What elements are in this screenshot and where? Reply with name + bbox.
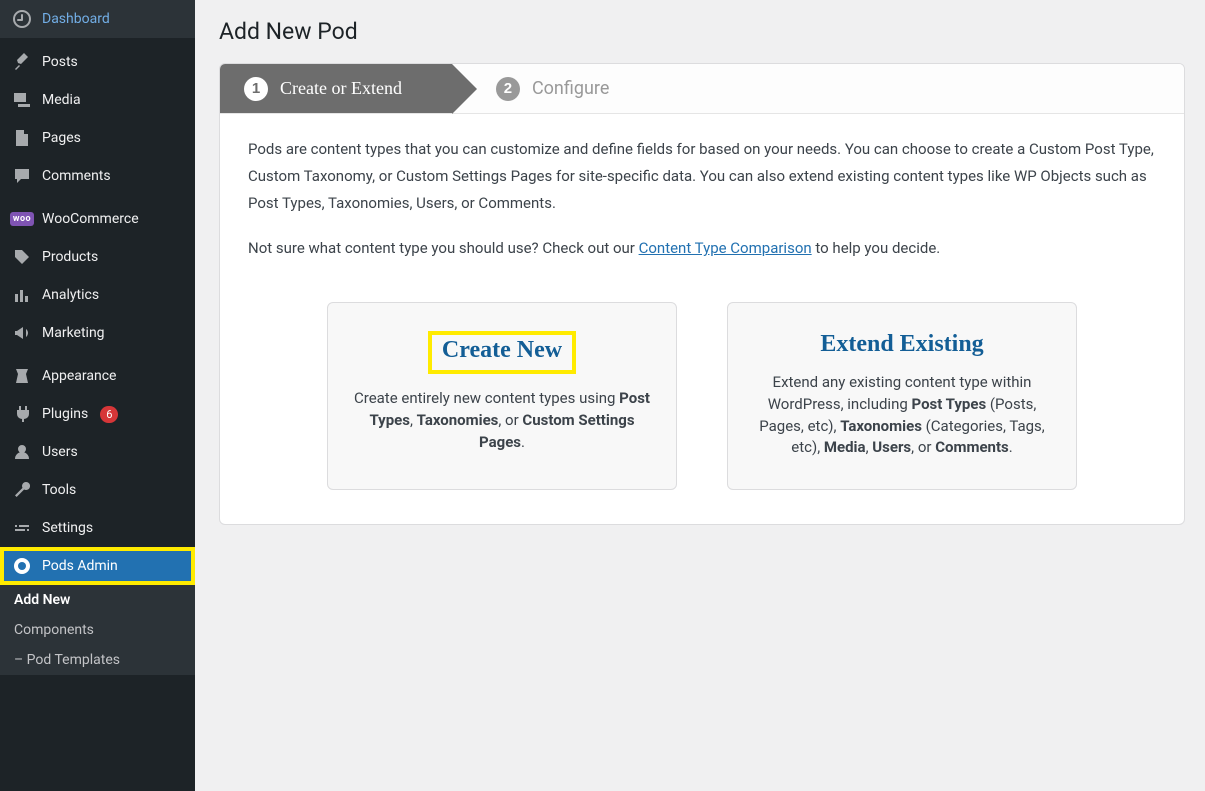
sidebar-label: Analytics	[42, 287, 99, 303]
sidebar-item-settings[interactable]: Settings	[0, 509, 195, 547]
users-icon	[12, 442, 32, 462]
sidebar-label: Posts	[42, 54, 78, 70]
step-number-1: 1	[244, 77, 268, 101]
dashboard-icon	[12, 9, 32, 29]
wizard-step-1[interactable]: 1 Create or Extend	[220, 64, 452, 113]
sidebar-label: Users	[42, 444, 78, 460]
media-icon	[12, 90, 32, 110]
sidebar-item-dashboard[interactable]: Dashboard	[0, 0, 195, 38]
plugins-update-count: 6	[100, 406, 118, 423]
main-content: Add New Pod 1 Create or Extend 2 Configu…	[195, 0, 1205, 791]
submenu-pod-templates[interactable]: – Pod Templates	[0, 645, 195, 675]
sidebar-item-products[interactable]: Products	[0, 238, 195, 276]
products-icon	[12, 247, 32, 267]
sidebar-item-tools[interactable]: Tools	[0, 471, 195, 509]
choice-title: Extend Existing	[820, 331, 983, 358]
admin-sidebar: Dashboard Posts Media Pages Comments woo…	[0, 0, 195, 791]
sidebar-item-appearance[interactable]: Appearance	[0, 357, 195, 395]
plugin-icon	[12, 404, 32, 424]
submenu-add-new[interactable]: Add New	[0, 585, 195, 615]
choice-title: Create New	[428, 331, 576, 374]
content-type-comparison-link[interactable]: Content Type Comparison	[639, 239, 812, 257]
woocommerce-icon: woo	[12, 209, 32, 229]
sidebar-label: Media	[42, 92, 81, 108]
step-label: Create or Extend	[280, 78, 402, 99]
sidebar-item-posts[interactable]: Posts	[0, 43, 195, 81]
sidebar-label: Comments	[42, 168, 111, 184]
analytics-icon	[12, 285, 32, 305]
sidebar-item-woocommerce[interactable]: woo WooCommerce	[0, 200, 195, 238]
sidebar-label: WooCommerce	[42, 211, 139, 227]
pods-admin-submenu: Add New Components – Pod Templates	[0, 585, 195, 675]
wrench-icon	[12, 480, 32, 500]
sidebar-item-pods-admin[interactable]: Pods Admin	[0, 547, 195, 585]
wizard-choices: Create New Create entirely new content t…	[220, 302, 1184, 524]
step-label: Configure	[532, 78, 609, 99]
sidebar-label: Dashboard	[42, 11, 110, 27]
step-number-2: 2	[496, 77, 520, 101]
sidebar-item-pages[interactable]: Pages	[0, 119, 195, 157]
page-title: Add New Pod	[219, 18, 1185, 45]
sidebar-item-comments[interactable]: Comments	[0, 157, 195, 195]
wizard-panel: 1 Create or Extend 2 Configure Pods are …	[219, 63, 1185, 525]
settings-icon	[12, 518, 32, 538]
sidebar-label: Pages	[42, 130, 81, 146]
choice-description: Create entirely new content types using …	[348, 388, 656, 453]
sidebar-item-marketing[interactable]: Marketing	[0, 314, 195, 352]
sidebar-item-analytics[interactable]: Analytics	[0, 276, 195, 314]
choice-description: Extend any existing content type within …	[748, 372, 1056, 459]
sidebar-label: Products	[42, 249, 98, 265]
sidebar-item-plugins[interactable]: Plugins 6	[0, 395, 195, 433]
pin-icon	[12, 52, 32, 72]
choice-extend-existing[interactable]: Extend Existing Extend any existing cont…	[727, 302, 1077, 490]
intro-paragraph-1: Pods are content types that you can cust…	[248, 136, 1156, 217]
sidebar-label: Tools	[42, 482, 76, 498]
sidebar-label: Pods Admin	[42, 558, 118, 574]
sidebar-label: Plugins	[42, 406, 88, 422]
sidebar-label: Settings	[42, 520, 93, 536]
sidebar-item-media[interactable]: Media	[0, 81, 195, 119]
intro-paragraph-2: Not sure what content type you should us…	[248, 235, 1156, 262]
sidebar-label: Appearance	[42, 368, 116, 384]
appearance-icon	[12, 366, 32, 386]
submenu-components[interactable]: Components	[0, 615, 195, 645]
sidebar-label: Marketing	[42, 325, 105, 341]
comment-icon	[12, 166, 32, 186]
wizard-step-2[interactable]: 2 Configure	[452, 64, 633, 113]
intro-text: Pods are content types that you can cust…	[220, 114, 1184, 302]
pods-icon	[12, 556, 32, 576]
wizard-steps: 1 Create or Extend 2 Configure	[220, 64, 1184, 114]
megaphone-icon	[12, 323, 32, 343]
sidebar-item-users[interactable]: Users	[0, 433, 195, 471]
choice-create-new[interactable]: Create New Create entirely new content t…	[327, 302, 677, 490]
pages-icon	[12, 128, 32, 148]
